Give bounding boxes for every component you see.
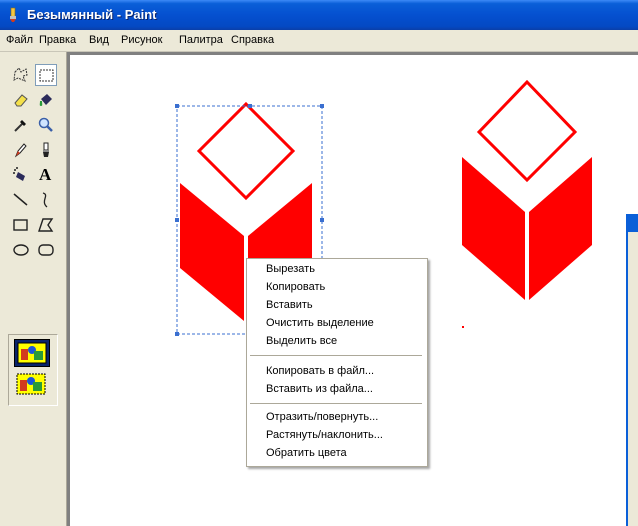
menu-item-stretch-skew[interactable]: Растянуть/наклонить... (266, 429, 383, 441)
menu-item-select-all[interactable]: Выделить все (266, 335, 337, 347)
opaque-selection-option[interactable] (14, 339, 50, 367)
pencil-tool[interactable] (10, 139, 32, 161)
opaque-selection-icon (17, 342, 47, 364)
fill-bucket-icon (39, 94, 52, 106)
menu-item-clear-selection[interactable]: Очистить выделение (266, 317, 374, 329)
brush-tool[interactable] (35, 139, 57, 161)
menu-image[interactable]: Рисунок (121, 34, 163, 46)
magnifier-icon (38, 117, 53, 132)
toolbox: A (0, 52, 67, 526)
text-icon: A (39, 165, 52, 184)
menu-item-cut[interactable]: Вырезать (266, 263, 315, 275)
text-tool[interactable]: A (35, 164, 57, 186)
menu-item-copy[interactable]: Копировать (266, 281, 325, 293)
color-picker-tool[interactable] (10, 114, 32, 136)
rect-select-icon (39, 69, 54, 82)
magnifier-tool[interactable] (35, 114, 57, 136)
menu-palette[interactable]: Палитра (179, 34, 223, 46)
pencil-icon (14, 143, 27, 158)
eraser-icon (14, 94, 28, 107)
fill-tool[interactable] (35, 89, 57, 111)
line-icon (13, 193, 28, 206)
menu-view[interactable]: Вид (89, 34, 109, 46)
eraser-tool[interactable] (10, 89, 32, 111)
title-bar[interactable]: Безымянный - Paint (0, 0, 638, 30)
menu-file[interactable]: Файл (6, 34, 33, 46)
menu-item-flip-rotate[interactable]: Отразить/повернуть... (266, 411, 378, 423)
rounded-rectangle-icon (38, 244, 54, 256)
menu-item-invert-colors[interactable]: Обратить цвета (266, 447, 347, 459)
ellipse-icon (13, 244, 29, 256)
airbrush-icon (13, 167, 25, 181)
free-select-icon (13, 67, 28, 82)
menu-item-paste-from-file[interactable]: Вставить из файла... (266, 383, 373, 395)
color-picker-icon (14, 120, 26, 132)
menu-edit[interactable]: Правка (39, 34, 76, 46)
menu-bar: Файл Правка Вид Рисунок Палитра Справка (0, 30, 638, 52)
menu-item-copy-to-file[interactable]: Копировать в файл... (266, 365, 374, 377)
airbrush-tool[interactable] (10, 164, 32, 186)
rect-select-tool[interactable] (35, 64, 57, 86)
paint-app-icon[interactable] (5, 7, 21, 23)
window-title: Безымянный - Paint (27, 7, 157, 22)
free-select-tool[interactable] (10, 64, 32, 86)
transparent-selection-option[interactable] (14, 371, 50, 399)
line-tool[interactable] (10, 189, 32, 211)
context-menu: Вырезать Копировать Вставить Очистить вы… (246, 258, 428, 467)
rectangle-tool[interactable] (10, 214, 32, 236)
menu-separator (250, 403, 422, 404)
menu-help[interactable]: Справка (231, 34, 274, 46)
curve-tool[interactable] (35, 189, 57, 211)
curve-icon (42, 192, 48, 208)
polygon-tool[interactable] (35, 214, 57, 236)
tool-options-panel (8, 334, 58, 406)
polygon-icon (38, 218, 54, 232)
brush-icon (43, 142, 49, 157)
ellipse-tool[interactable] (10, 239, 32, 261)
background-window-titlebar[interactable] (628, 214, 638, 232)
menu-separator (250, 355, 422, 356)
menu-item-paste[interactable]: Вставить (266, 299, 313, 311)
transparent-selection-icon (16, 373, 46, 395)
rounded-rectangle-tool[interactable] (35, 239, 57, 261)
background-window-edge[interactable] (626, 214, 638, 526)
rectangle-icon (13, 219, 28, 231)
red-shape (462, 79, 592, 300)
